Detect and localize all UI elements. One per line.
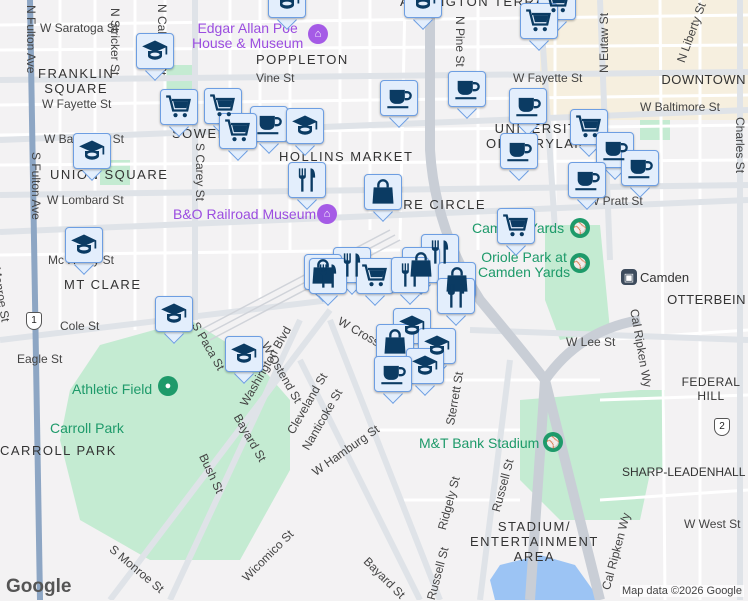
shopping-cart-icon: [575, 113, 603, 141]
school-icon: [273, 0, 301, 14]
shopping-cart-icon: [361, 262, 389, 290]
street-label: W Lee St: [566, 335, 616, 349]
poi-oriole-park[interactable]: Oriole Park at Camden Yards: [478, 249, 570, 281]
street-label: W Baltimore St: [640, 100, 721, 114]
school-marker[interactable]: [225, 336, 263, 384]
school-marker[interactable]: [65, 227, 103, 275]
shopping-cart-icon: [209, 92, 237, 120]
coffee-icon: [601, 136, 629, 164]
school-icon: [160, 300, 188, 328]
school-marker[interactable]: [73, 133, 111, 181]
shopping-cart-marker[interactable]: [356, 258, 394, 306]
shopping-cart-icon: [165, 93, 193, 121]
route-1-shield: 1: [26, 312, 42, 330]
coffee-icon: [453, 75, 481, 103]
park-icon[interactable]: ●: [158, 376, 178, 396]
school-icon: [230, 340, 258, 368]
street-label: W West St: [684, 517, 741, 531]
museum-icon[interactable]: ⌂: [308, 24, 328, 44]
school-icon: [291, 112, 319, 140]
neighborhood-poppleton: POPPLETON: [256, 52, 349, 67]
shopping-cart-icon: [525, 7, 553, 35]
neighborhood-federal-hill: FEDERAL HILL: [681, 375, 741, 403]
school-icon: [411, 352, 439, 380]
street-label: N Fulton Ave: [24, 5, 38, 74]
coffee-marker[interactable]: [448, 71, 486, 119]
shopping-cart-marker[interactable]: [497, 208, 535, 256]
shopping-bag-marker[interactable]: [364, 174, 402, 222]
school-marker[interactable]: [268, 0, 306, 30]
coffee-marker[interactable]: [621, 150, 659, 198]
train-icon: ▣: [621, 269, 637, 285]
street-label: W Fayette St: [42, 97, 112, 111]
street-label: W Fayette St: [513, 71, 583, 85]
shopping-cart-icon: [224, 117, 252, 145]
street-label: W Lombard St: [47, 193, 124, 207]
street-label: Charles St: [733, 117, 747, 174]
school-icon: [70, 231, 98, 259]
coffee-icon: [385, 84, 413, 112]
restaurant-marker[interactable]: [437, 278, 475, 326]
restaurant-marker[interactable]: [288, 162, 326, 210]
restaurant-marker[interactable]: [391, 257, 429, 305]
neighborhood-carroll-park: CARROLL PARK: [0, 443, 117, 458]
poi-bo-railroad-museum[interactable]: B&O Railroad Museum: [173, 206, 316, 222]
map-attribution[interactable]: Map data ©2026 Google: [619, 585, 744, 597]
coffee-icon: [255, 110, 283, 138]
neighborhood-mt-clare: MT CLARE: [64, 277, 142, 292]
school-icon: [141, 37, 169, 65]
street-label: S Fulton Ave: [29, 152, 43, 220]
coffee-marker[interactable]: [509, 88, 547, 136]
stadium-icon[interactable]: ⚾: [570, 253, 590, 273]
street-label: N Pine St: [453, 16, 467, 67]
school-icon: [409, 0, 437, 14]
restaurant-icon: [314, 262, 342, 290]
coffee-icon: [573, 166, 601, 194]
shopping-cart-marker[interactable]: [219, 113, 257, 161]
restaurant-marker[interactable]: [309, 258, 347, 306]
neighborhood-franklin-square: FRANKLIN SQUARE: [38, 66, 115, 96]
school-marker[interactable]: [136, 33, 174, 81]
coffee-marker[interactable]: [374, 356, 412, 404]
stadium-icon[interactable]: ⚾: [570, 218, 590, 238]
street-label: Eagle St: [17, 352, 63, 366]
street-label: Cole St: [60, 319, 100, 333]
restaurant-icon: [396, 261, 424, 289]
shopping-bag-icon: [381, 328, 409, 356]
neighborhood-stadium-area: STADIUM/ ENTERTAINMENT AREA: [470, 519, 599, 564]
street-label: S Carey St: [193, 143, 207, 202]
neighborhood-sharp-leadenhall: SHARP-LEADENHALL: [622, 465, 746, 479]
street-label: N Stricker St: [108, 8, 122, 76]
school-marker[interactable]: [155, 296, 193, 344]
school-marker[interactable]: [404, 0, 442, 30]
neighborhood-downtown: DOWNTOWN: [661, 72, 746, 87]
shopping-bag-icon: [369, 178, 397, 206]
station-camden[interactable]: Camden: [640, 271, 689, 284]
street-label: Vine St: [256, 71, 295, 85]
school-icon: [78, 137, 106, 165]
coffee-icon: [505, 137, 533, 165]
coffee-marker[interactable]: [380, 80, 418, 128]
stadium-icon[interactable]: ⚾: [543, 432, 563, 452]
restaurant-icon: [442, 282, 470, 310]
route-2-shield: 2: [714, 418, 730, 436]
coffee-icon: [514, 92, 542, 120]
school-marker[interactable]: [286, 108, 324, 156]
restaurant-icon: [293, 166, 321, 194]
poi-carroll-park[interactable]: Carroll Park: [50, 420, 124, 436]
shopping-cart-marker[interactable]: [520, 3, 558, 51]
street-label: W Saratoga St: [40, 21, 119, 35]
neighborhood-otterbein: OTTERBEIN: [667, 292, 746, 307]
poi-athletic-field[interactable]: Athletic Field: [72, 381, 152, 397]
street-label: N Eutaw St: [597, 12, 611, 73]
coffee-icon: [379, 360, 407, 388]
coffee-marker[interactable]: [568, 162, 606, 210]
coffee-icon: [626, 154, 654, 182]
poi-mt-bank-stadium[interactable]: M&T Bank Stadium: [419, 435, 539, 451]
shopping-cart-icon: [502, 212, 530, 240]
google-logo: Google: [6, 576, 72, 597]
shopping-cart-marker[interactable]: [160, 89, 198, 137]
coffee-marker[interactable]: [500, 133, 538, 181]
